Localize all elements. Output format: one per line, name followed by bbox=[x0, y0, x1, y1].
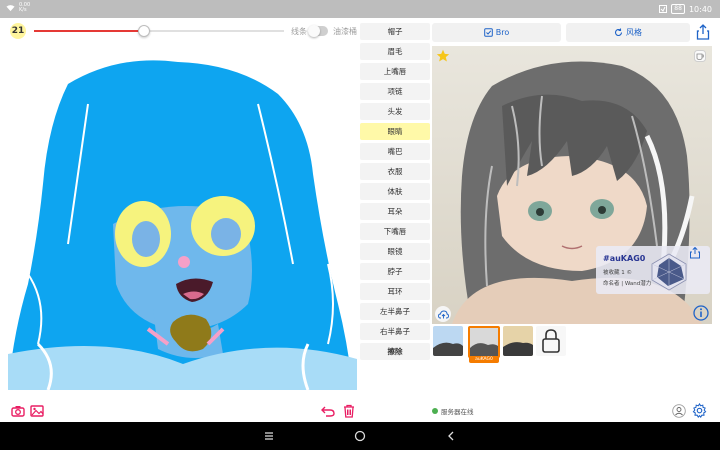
part-item[interactable]: 帽子 bbox=[360, 23, 430, 40]
part-item[interactable]: 耳环 bbox=[360, 283, 430, 300]
line-mode-label: 线条 bbox=[291, 27, 307, 36]
part-item[interactable]: 眉毛 bbox=[360, 43, 430, 60]
part-item[interactable]: 擦除 bbox=[360, 343, 430, 360]
namer-info: 命名者 | Wand潜力 bbox=[603, 281, 652, 287]
selected-thumb-label: auKAG0 bbox=[469, 356, 499, 363]
network-speed-unit: K/s bbox=[19, 7, 27, 13]
user-icon[interactable] bbox=[672, 404, 686, 418]
thumb-1-image bbox=[433, 326, 463, 356]
info-icon[interactable] bbox=[693, 305, 709, 321]
thumb-2-image bbox=[470, 328, 498, 356]
settings-gear-icon[interactable] bbox=[692, 403, 707, 418]
brush-size-slider-fill bbox=[34, 30, 144, 32]
part-item[interactable]: 左半鼻子 bbox=[360, 303, 430, 320]
fill-mode-label: 油漆桶 bbox=[333, 27, 357, 36]
part-list: 帽子眉毛上嘴唇项链头发眼睛嘴巴衣服体肤耳朵下嘴唇眼镜脖子耳环左半鼻子右半鼻子擦除 bbox=[360, 23, 430, 363]
part-item[interactable]: 右半鼻子 bbox=[360, 323, 430, 340]
gallery-button[interactable] bbox=[29, 403, 45, 419]
server-status: 服务器在线 bbox=[432, 406, 474, 416]
status-dot bbox=[432, 408, 438, 414]
camera-icon bbox=[11, 406, 25, 417]
status-bar: 0.00 K/s 88 10:40 bbox=[0, 0, 720, 18]
favorites-count: 被收藏 1 © bbox=[603, 270, 632, 276]
sketch-iris-right bbox=[211, 218, 241, 250]
part-item[interactable]: 项链 bbox=[360, 83, 430, 100]
lock-icon bbox=[542, 329, 560, 353]
home-icon[interactable] bbox=[353, 429, 367, 443]
screen-record-icon bbox=[659, 5, 668, 13]
part-item[interactable]: 眼睛 bbox=[360, 123, 430, 140]
fill-mode-toggle-knob bbox=[308, 25, 320, 37]
camera-button[interactable] bbox=[10, 403, 26, 419]
battery-indicator: 88 bbox=[671, 4, 685, 14]
system-nav-bar bbox=[0, 422, 720, 450]
style-name: #auKAG0 bbox=[603, 254, 646, 263]
bro-icon bbox=[483, 28, 493, 37]
undo-icon bbox=[321, 406, 335, 417]
part-item[interactable]: 上嘴唇 bbox=[360, 63, 430, 80]
bro-button-label: Bro bbox=[495, 28, 510, 37]
sketch-iris-left bbox=[132, 221, 160, 257]
refresh-icon bbox=[614, 28, 623, 36]
fill-mode-toggle[interactable] bbox=[308, 25, 328, 37]
wifi-icon bbox=[6, 5, 15, 12]
thumb-3[interactable] bbox=[503, 326, 533, 356]
part-item[interactable]: 头发 bbox=[360, 103, 430, 120]
part-item[interactable]: 衣服 bbox=[360, 163, 430, 180]
brush-size-slider-thumb[interactable] bbox=[138, 25, 150, 37]
clear-button[interactable] bbox=[341, 403, 357, 419]
clock: 10:40 bbox=[688, 4, 712, 14]
upload-button[interactable] bbox=[435, 306, 451, 322]
brush-size-badge[interactable]: 21 bbox=[10, 23, 26, 39]
style-button[interactable]: 风格 bbox=[566, 23, 690, 42]
back-icon[interactable] bbox=[444, 429, 458, 443]
app-root: 0.00 K/s 88 10:40 21 线条 油漆桶 帽子 眉毛 上嘴唇 项链… bbox=[0, 0, 720, 450]
part-item[interactable]: 体肤 bbox=[360, 183, 430, 200]
share-icon[interactable] bbox=[695, 24, 711, 40]
undo-button[interactable] bbox=[320, 403, 336, 419]
card-share-icon[interactable] bbox=[689, 247, 701, 259]
network-speed: 0.00 K/s bbox=[19, 3, 30, 13]
part-item[interactable]: 耳朵 bbox=[360, 203, 430, 220]
part-item[interactable]: 眼镜 bbox=[360, 243, 430, 260]
thumb-3-image bbox=[503, 326, 533, 356]
favorite-star-icon[interactable] bbox=[436, 49, 450, 63]
cloud-upload-icon bbox=[437, 310, 449, 318]
part-item[interactable]: 嘴巴 bbox=[360, 143, 430, 160]
trash-icon bbox=[344, 404, 354, 418]
status-left: 0.00 K/s bbox=[6, 3, 30, 13]
sketch-drawing bbox=[8, 60, 357, 390]
status-right: 88 10:40 bbox=[659, 4, 712, 14]
thumb-1[interactable] bbox=[433, 326, 463, 356]
cup-icon[interactable] bbox=[694, 50, 706, 62]
part-item[interactable]: 下嘴唇 bbox=[360, 223, 430, 240]
style-button-label: 风格 bbox=[626, 28, 642, 37]
image-icon bbox=[30, 405, 44, 417]
server-status-text: 服务器在线 bbox=[441, 408, 474, 416]
sketch-blush bbox=[178, 256, 190, 268]
radar-chart-icon bbox=[651, 253, 687, 291]
drawing-canvas[interactable] bbox=[8, 44, 357, 390]
thumb-lock[interactable] bbox=[536, 326, 566, 356]
brush-size-slider[interactable] bbox=[34, 25, 284, 37]
bro-button[interactable]: Bro bbox=[432, 23, 561, 42]
part-item[interactable]: 脖子 bbox=[360, 263, 430, 280]
thumb-2[interactable] bbox=[468, 326, 500, 358]
recent-apps-icon[interactable] bbox=[262, 429, 276, 443]
